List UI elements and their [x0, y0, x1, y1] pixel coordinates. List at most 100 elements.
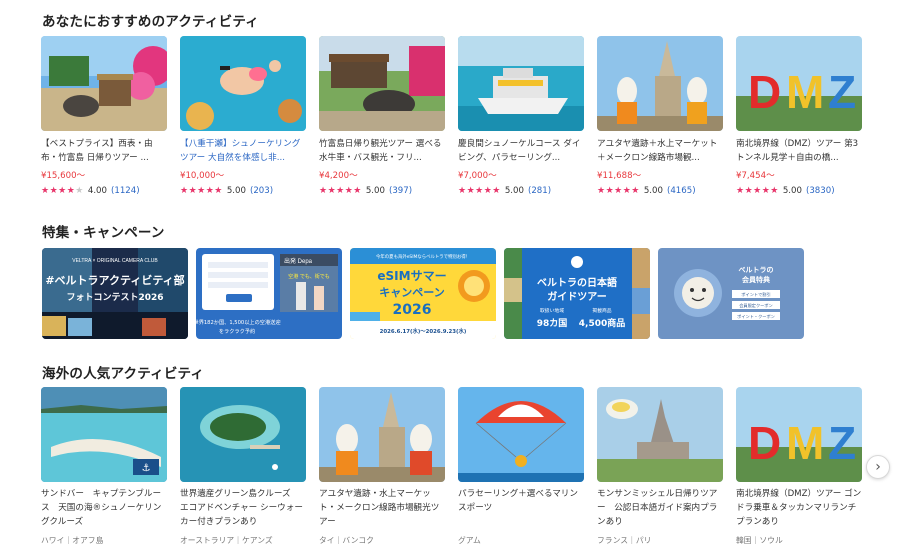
activity-card[interactable]: モンサンミッシェル日帰りツアー 公認日本語ガイド案内プランあり フランス｜パリ [597, 387, 723, 546]
rating-score: 5.00 [226, 186, 246, 196]
banner-photo-contest-line2: フォトコンテスト2026 [66, 292, 163, 303]
activity-image-water-buffalo [41, 36, 167, 131]
review-count[interactable]: (1124) [111, 186, 140, 196]
banner-photo-contest[interactable]: VELTRA × ORIGINAL CAMERA CLUB #ベルトラアクティビ… [42, 248, 188, 339]
activity-card[interactable]: DMZ 南北境界線（DMZ）ツアー 第3トンネル見学＋自由の橋... ¥7,45… [736, 36, 862, 196]
activity-card[interactable]: 世界遺産グリーン島クルーズ エコアドベンチャー シーウォーカー付きプランあり オ… [180, 387, 306, 546]
review-count[interactable]: (203) [250, 186, 273, 196]
star-rating-icon: ★★★★★ [180, 186, 223, 196]
activity-title[interactable]: 世界遺産グリーン島クルーズ エコアドベンチャー シーウォーカー付きプランあり [180, 487, 306, 529]
activity-card[interactable]: パラセーリング＋選べるマリンスポーツ グアム [458, 387, 584, 546]
activity-title[interactable]: パラセーリング＋選べるマリンスポーツ [458, 487, 584, 529]
review-count[interactable]: (3830) [806, 186, 835, 196]
rating-score: 5.00 [643, 186, 663, 196]
activity-location: グアム [458, 536, 481, 545]
activity-card[interactable]: ⚓ サンドバー キャプテンブルース 天国の海®シュノーケリングクルーズ ハワイ｜… [41, 387, 167, 546]
activity-image-ayutthaya-tour [319, 387, 445, 482]
carousel-next-button[interactable]: › [866, 455, 890, 479]
review-count[interactable]: (281) [528, 186, 551, 196]
banner-esim-campaign[interactable]: 今年の夏も海外eSIMならベルトラで特別お得！ eSIMサマー キャンペーン 2… [350, 248, 496, 339]
svg-text:D: D [748, 417, 781, 469]
activity-card[interactable]: 竹富島日帰り観光ツアー 選べる水牛車・バス観光・フリ... ¥4,200～ ★★… [319, 36, 445, 196]
banner-photo-contest-sub: VELTRA × ORIGINAL CAMERA CLUB [72, 258, 158, 264]
activity-title[interactable]: 竹富島日帰り観光ツアー 選べる水牛車・バス観光・フリ... [319, 137, 445, 165]
banner-member-item3: ポイント・クーポン [737, 313, 775, 320]
activity-title[interactable]: アユタヤ遺跡＋水上マーケット＋メークロン線路市場観... [597, 137, 723, 165]
banner-esim-dates: 2026.6.17(水)～2026.9.23(水) [380, 327, 467, 335]
activity-rating: ★★★★★ 5.00 (203) [180, 186, 306, 196]
activity-price: ¥11,688～ [597, 171, 642, 181]
activity-title[interactable]: 【ベストプライス】西表・由布・竹富島 日帰りツアー ... [41, 137, 167, 165]
banner-photo-contest-line1: #ベルトラアクティビティ部 [45, 273, 184, 287]
activity-price: ¥4,200～ [319, 171, 358, 181]
activity-location: タイ｜バンコク [319, 536, 374, 545]
banner-airport-line1: 世界182か国、1,500以上の空港送迎 [196, 318, 281, 326]
section-title-campaign: 特集・キャンペーン [42, 225, 165, 241]
banner-airport-line2: をラクラク予約 [219, 327, 255, 335]
activity-title[interactable]: 慶良間シュノーケルコース ダイビング、パラセーリング... [458, 137, 584, 165]
banner-airport-bubble: 空港 でも、街でも [288, 273, 329, 280]
review-count[interactable]: (4165) [667, 186, 696, 196]
banner-member-line1: ベルトラの [739, 266, 774, 274]
banner-member-line2: 会員特典 [742, 275, 770, 284]
activity-rating: ★★★★★ 5.00 (397) [319, 186, 445, 196]
rating-score: 5.00 [782, 186, 802, 196]
activity-card[interactable]: アユタヤ遺跡＋水上マーケット＋メークロン線路市場観... ¥11,688～ ★★… [597, 36, 723, 196]
activity-image-ayutthaya [597, 36, 723, 131]
activity-image-boat [458, 36, 584, 131]
activity-title[interactable]: サンドバー キャプテンブルース 天国の海®シュノーケリングクルーズ [41, 487, 167, 529]
banner-japanese-guide[interactable]: ベルトラの日本語 ガイドツアー 取扱い地域 98カ国 掲載商品 4,500商品 [504, 248, 650, 339]
activity-image-dmz: DMZ [736, 387, 862, 482]
campaign-banner-row: VELTRA × ORIGINAL CAMERA CLUB #ベルトラアクティビ… [42, 248, 804, 339]
banner-esim-year: 2026 [393, 302, 432, 318]
activity-location: 韓国｜ソウル [736, 536, 783, 545]
star-rating-icon: ★★★★★ [736, 186, 779, 196]
rating-score: 5.00 [504, 186, 524, 196]
banner-member-item1: ポイントで割引 [741, 291, 770, 298]
activity-price: ¥7,454～ [736, 171, 775, 181]
activity-card[interactable]: 慶良間シュノーケルコース ダイビング、パラセーリング... ¥7,000～ ★★… [458, 36, 584, 196]
banner-airport-sign: 出発 Depa [284, 257, 313, 265]
activity-image-parasailing [458, 387, 584, 482]
activity-price: ¥15,600～ [41, 171, 86, 181]
activity-price: ¥10,000～ [180, 171, 225, 181]
banner-guide-line1: ベルトラの日本語 [537, 276, 617, 289]
banner-esim-note: 今年の夏も海外eSIMならベルトラで特別お得！ [376, 253, 470, 260]
activity-title[interactable]: 南北境界線（DMZ）ツアー ゴンドラ乗車＆タッカンマリランチプランあり [736, 487, 862, 529]
activity-rating: ★★★★★ 5.00 (281) [458, 186, 584, 196]
activity-title[interactable]: 南北境界線（DMZ）ツアー 第3トンネル見学＋自由の橋... [736, 137, 862, 165]
svg-text:Z: Z [828, 66, 856, 118]
activity-image-dmz-sign: DMZ [736, 36, 862, 131]
activity-rating: ★★★★★ 5.00 (4165) [597, 186, 723, 196]
banner-member-benefits[interactable]: ベルトラの 会員特典 ポイントで割引 会員限定クーポン ポイント・クーポン [658, 248, 804, 339]
banner-guide-products-label: 掲載商品 [592, 307, 611, 314]
activity-image-sandbar: ⚓ [41, 387, 167, 482]
activity-location: オーストラリア｜ケアンズ [180, 536, 273, 545]
activity-card[interactable]: DMZ 南北境界線（DMZ）ツアー ゴンドラ乗車＆タッカンマリランチプランあり … [736, 387, 862, 546]
activity-card[interactable]: 【ベストプライス】西表・由布・竹富島 日帰りツアー ... ¥15,600～ ★… [41, 36, 167, 196]
activity-title[interactable]: 【八重干瀬】シュノーケリングツアー 大自然を体感し非... [180, 137, 306, 165]
review-count[interactable]: (397) [389, 186, 412, 196]
activity-location: ハワイ｜オアフ島 [41, 536, 104, 545]
activity-title[interactable]: アユタヤ遺跡・水上マーケット・メークロン線路市場観光ツアー [319, 487, 445, 529]
activity-card[interactable]: 【八重干瀬】シュノーケリングツアー 大自然を体感し非... ¥10,000～ ★… [180, 36, 306, 196]
banner-guide-region-label: 取扱い地域 [540, 307, 564, 314]
banner-airport-transfer[interactable]: 出発 Depa 空港 でも、街でも 世界182か国、1,500以上の空港送迎 を… [196, 248, 342, 339]
activity-card[interactable]: アユタヤ遺跡・水上マーケット・メークロン線路市場観光ツアー タイ｜バンコク [319, 387, 445, 546]
activity-rating: ★★★★★ 5.00 (3830) [736, 186, 862, 196]
chevron-right-icon: › [875, 459, 881, 475]
rating-score: 4.00 [87, 186, 107, 196]
section-title-recommended: あなたにおすすめのアクティビティ [42, 14, 259, 30]
banner-guide-products-value: 4,500商品 [579, 317, 625, 329]
rating-score: 5.00 [365, 186, 385, 196]
svg-text:Z: Z [828, 417, 856, 469]
recommended-row: 【ベストプライス】西表・由布・竹富島 日帰りツアー ... ¥15,600～ ★… [41, 36, 862, 196]
banner-guide-line2: ガイドツアー [547, 290, 606, 303]
section-title-overseas: 海外の人気アクティビティ [42, 366, 205, 382]
activity-image-green-island [180, 387, 306, 482]
activity-title[interactable]: モンサンミッシェル日帰りツアー 公認日本語ガイド案内プランあり [597, 487, 723, 529]
banner-esim-line1: eSIMサマー [377, 269, 446, 283]
activity-rating: ★★★★★ 4.00 (1124) [41, 186, 167, 196]
activity-location: フランス｜パリ [597, 536, 652, 545]
star-rating-icon: ★★★★★ [458, 186, 501, 196]
